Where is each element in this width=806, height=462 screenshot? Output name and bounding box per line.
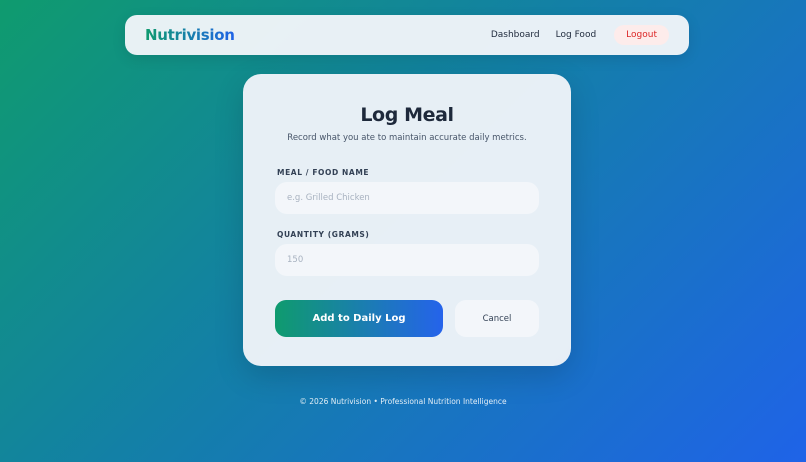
logout-button[interactable]: Logout <box>614 25 669 45</box>
nav-link-log-food[interactable]: Log Food <box>556 30 597 40</box>
log-meal-card: Log Meal Record what you ate to maintain… <box>243 74 571 366</box>
meal-name-label: MEAL / FOOD NAME <box>277 168 370 177</box>
nav-links: Dashboard Log Food Logout <box>491 25 669 45</box>
footer-text: © 2026 Nutrivision • Professional Nutrit… <box>299 397 507 406</box>
top-navbar: Nutrivision Dashboard Log Food Logout <box>125 15 689 55</box>
add-to-daily-log-button[interactable]: Add to Daily Log <box>275 300 443 337</box>
quantity-label: QUANTITY (GRAMS) <box>277 230 370 239</box>
nav-link-dashboard[interactable]: Dashboard <box>491 30 540 40</box>
page-title: Log Meal <box>360 104 454 126</box>
page-subtitle: Record what you ate to maintain accurate… <box>287 133 527 143</box>
brand-logo[interactable]: Nutrivision <box>145 26 235 44</box>
cancel-button[interactable]: Cancel <box>455 300 539 337</box>
quantity-input[interactable] <box>275 244 539 276</box>
meal-name-input[interactable] <box>275 182 539 214</box>
form-actions: Add to Daily Log Cancel <box>275 300 539 337</box>
